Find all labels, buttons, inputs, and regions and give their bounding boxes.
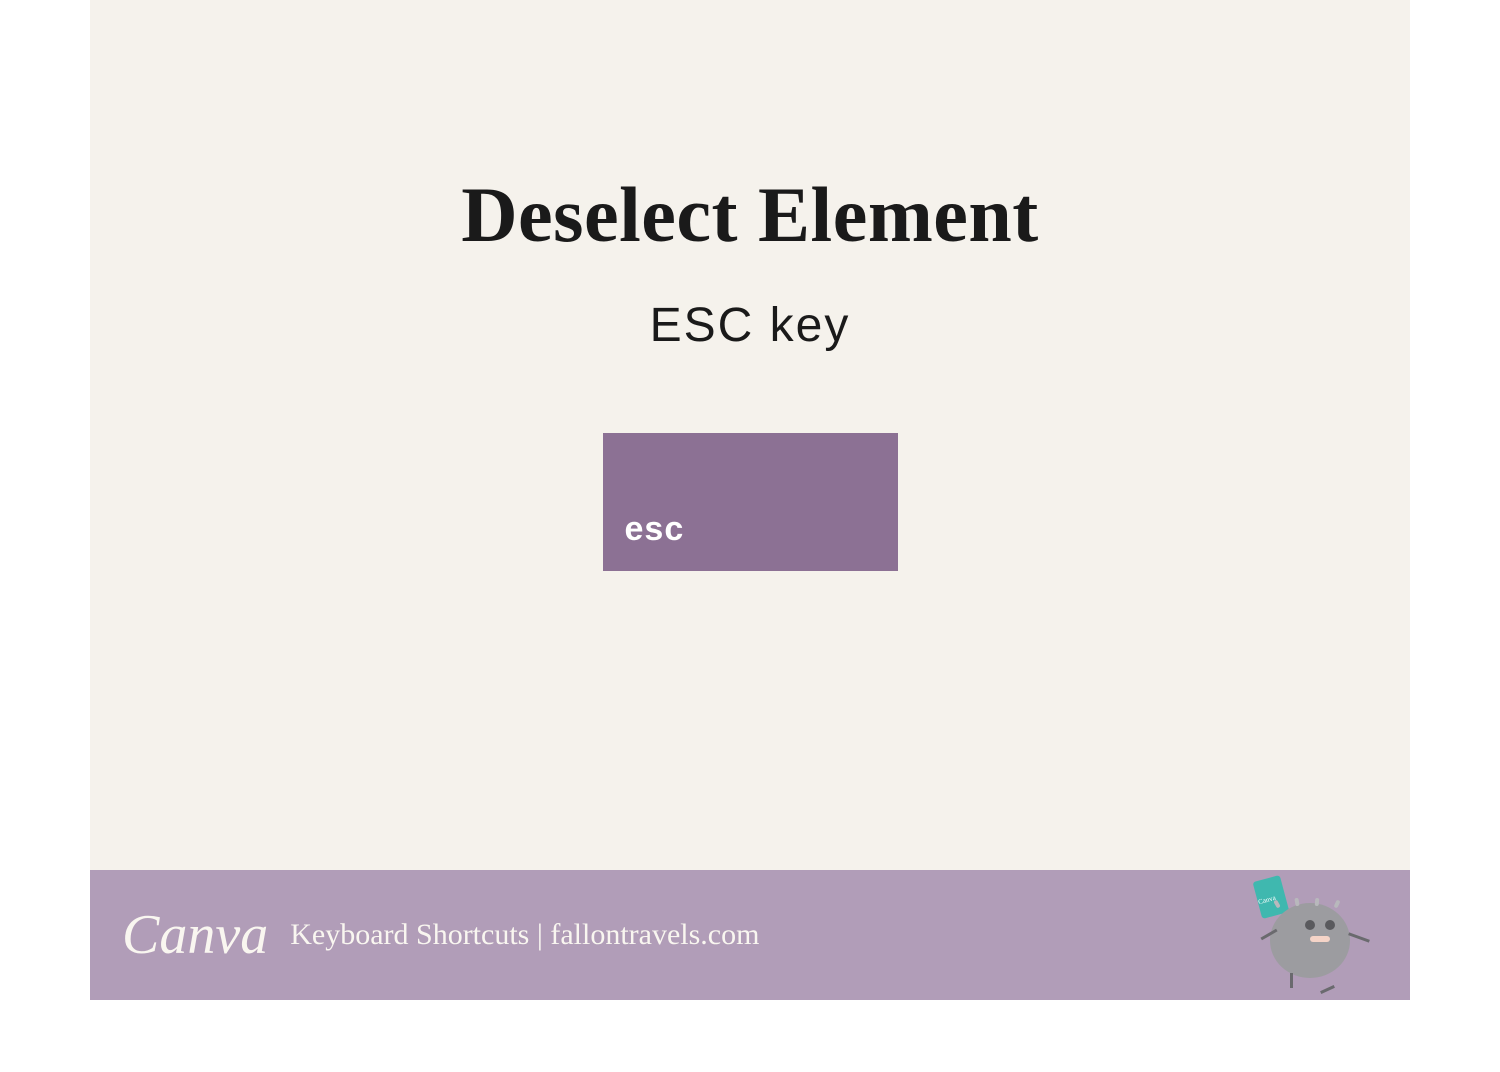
mascot-icon: Canva bbox=[1255, 878, 1370, 993]
shortcut-card: Deselect Element ESC key esc bbox=[90, 0, 1410, 940]
canva-logo: Canva bbox=[122, 903, 268, 967]
esc-key-label: esc bbox=[625, 510, 685, 549]
footer-bar: Canva Keyboard Shortcuts | fallontravels… bbox=[90, 870, 1410, 1000]
card-content: Deselect Element ESC key esc bbox=[90, 170, 1410, 576]
footer-text: Keyboard Shortcuts | fallontravels.com bbox=[290, 918, 759, 952]
shortcut-title: Deselect Element bbox=[90, 170, 1410, 260]
shortcut-subtitle: ESC key bbox=[90, 298, 1410, 353]
footer-left: Canva Keyboard Shortcuts | fallontravels… bbox=[122, 903, 759, 967]
esc-key-block: esc bbox=[603, 433, 898, 571]
